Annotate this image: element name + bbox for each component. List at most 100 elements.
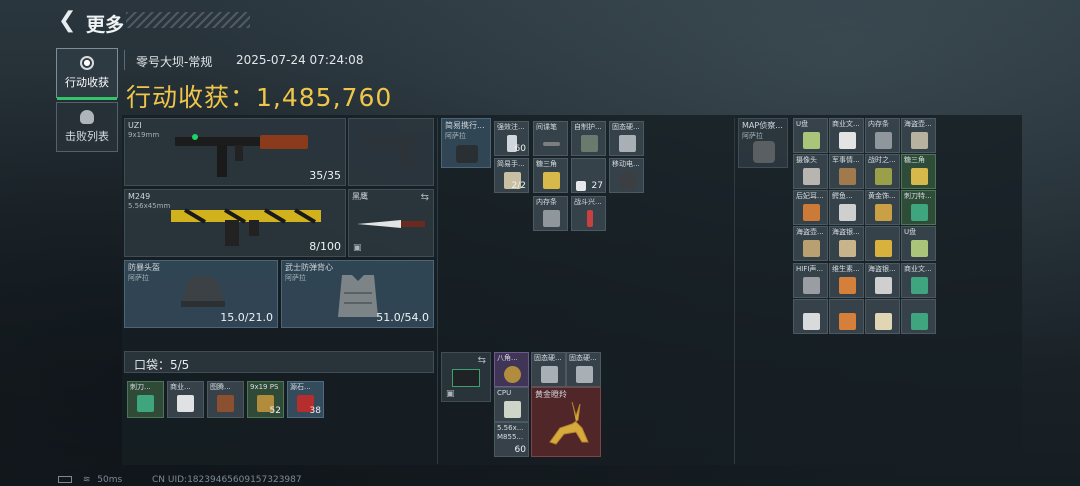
armor-plate-icon	[581, 135, 598, 152]
item-icon	[839, 168, 856, 185]
harvest-value: 1,485,760	[256, 83, 393, 112]
primary-weapon-caliber: 9x19mm	[128, 131, 160, 139]
case-item[interactable]: 固态硬...	[566, 352, 601, 387]
swap-icon[interactable]: ⇆	[421, 192, 429, 203]
item-icon	[839, 132, 856, 149]
rig-item[interactable]: 间谍笔	[533, 121, 568, 156]
backpack-item[interactable]	[829, 299, 864, 334]
backpack-item[interactable]	[865, 299, 900, 334]
item-icon	[803, 313, 820, 330]
backpack-item[interactable]: 刺刀特...	[901, 190, 936, 225]
item-icon	[839, 240, 856, 257]
pocket-item[interactable]: 图腾...	[207, 381, 244, 418]
rig-item[interactable]: 糖三角	[533, 158, 568, 193]
backpack-item[interactable]: 维生素...	[829, 263, 864, 298]
backpack-item[interactable]: U盘	[901, 226, 936, 261]
backpack-item[interactable]: U盘	[793, 118, 828, 153]
backpack-item[interactable]: 摄像头	[793, 154, 828, 189]
tab-kill-list[interactable]: 击败列表	[56, 102, 118, 152]
secondary-weapon-slot[interactable]: M249 5.56x45mm 8/100	[124, 189, 346, 257]
back-arrow-icon[interactable]: ❮	[58, 10, 78, 32]
ssd-icon	[576, 366, 593, 383]
triangle-icon	[543, 172, 560, 189]
item-icon	[911, 277, 928, 294]
totem-icon	[217, 395, 234, 412]
backpack-item[interactable]: 内存条	[865, 118, 900, 153]
rig-item[interactable]: 27	[571, 158, 606, 193]
secondary-ammo: 8/100	[309, 240, 341, 253]
primary-weapon-slot[interactable]: UZI 9x19mm 35/35	[124, 118, 346, 186]
item-icon	[911, 132, 928, 149]
item-icon	[803, 277, 820, 294]
case-item[interactable]: 八角...	[494, 352, 529, 387]
backpack-item[interactable]: 海盗壶...	[793, 226, 828, 261]
backpack-item[interactable]	[865, 226, 900, 261]
tab-harvest[interactable]: ● 行动收获	[56, 48, 118, 100]
secondary-weapon-name: M249	[128, 192, 151, 201]
backpack-item[interactable]: 战时之...	[865, 154, 900, 189]
backpack-item[interactable]: 海盗银...	[865, 263, 900, 298]
harvest-label: 行动收获：	[126, 83, 257, 112]
page-title: 更多	[86, 14, 125, 36]
wifi-icon: ≋	[82, 475, 91, 485]
rig-item[interactable]: 简易手... 2/2	[494, 158, 529, 193]
rig-item[interactable]: 自制护...	[571, 121, 606, 156]
chest-rig-slot[interactable]: 简易携行... 阿萨拉	[441, 118, 491, 168]
rig-item[interactable]: 战斗兴...	[571, 196, 606, 231]
backpack-brand: 阿萨拉	[742, 132, 763, 140]
backpack-item[interactable]	[793, 299, 828, 334]
pocket-item[interactable]: 源石... 38	[287, 381, 324, 418]
helmet-brand: 阿萨拉	[128, 274, 149, 282]
backpack-slot[interactable]: MAP侦察... 阿萨拉	[738, 118, 788, 168]
melee-name: 黑鹰	[352, 192, 368, 201]
backpack-item[interactable]: HIFI声...	[793, 263, 828, 298]
backpack-item[interactable]: 后妃耳...	[793, 190, 828, 225]
pocket-label: 口袋：5/5	[134, 358, 190, 372]
chest-rig-brand: 阿萨拉	[445, 132, 466, 140]
case-item[interactable]: 固态硬...	[531, 352, 566, 387]
helmet-name: 防暴头盔	[128, 263, 160, 272]
status-bar: ≋ 50ms	[58, 475, 122, 485]
pen-icon	[543, 142, 560, 146]
divider	[124, 50, 125, 70]
backpack-item[interactable]: 海盗银...	[829, 226, 864, 261]
backpack-icon	[753, 141, 775, 163]
item-icon	[911, 313, 928, 330]
case-item[interactable]: 黄金瞪羚	[531, 387, 601, 457]
pocket-item[interactable]: 刺刀...	[127, 381, 164, 418]
knife-icon	[357, 220, 425, 228]
armor-slot[interactable]: 武士防弹背心 阿萨拉 51.0/54.0	[281, 260, 434, 328]
pocket-item[interactable]: 商业...	[167, 381, 204, 418]
backpack-item[interactable]: 鳄鱼...	[829, 190, 864, 225]
user-uid: CN UID:18239465609157323987	[152, 475, 302, 485]
ram-icon	[543, 210, 560, 227]
helmet-durability: 15.0/21.0	[220, 311, 273, 324]
case-item[interactable]: 5.56x... M855... 60	[494, 422, 529, 457]
swap-icon[interactable]: ⇆	[478, 355, 486, 366]
harvest-total: 行动收获：1,485,760	[126, 78, 392, 114]
backpack-item[interactable]: 糖三角	[901, 154, 936, 189]
item-icon	[839, 204, 856, 221]
rig-item[interactable]: 内存条	[533, 196, 568, 231]
item-icon	[875, 313, 892, 330]
rig-item[interactable]: 固态硬...	[609, 121, 644, 156]
backpack-item[interactable]: 军事情...	[829, 154, 864, 189]
melee-slot[interactable]: 黑鹰 ⇆ ▣	[348, 189, 434, 257]
helmet-slot[interactable]: 防暴头盔 阿萨拉 15.0/21.0	[124, 260, 278, 328]
rig-item[interactable]: 强效注... 60	[494, 121, 529, 156]
rig-item[interactable]: 移动电...	[609, 158, 644, 193]
backpack-item[interactable]	[901, 299, 936, 334]
case-item[interactable]: CPU	[494, 387, 529, 422]
backpack-item[interactable]: 商业文...	[829, 118, 864, 153]
tab-kill-list-label: 击败列表	[65, 130, 109, 143]
column-divider	[734, 118, 735, 464]
backpack-item[interactable]: 海盗壶...	[901, 118, 936, 153]
backpack-item[interactable]: 黄金饰...	[865, 190, 900, 225]
item-icon	[803, 168, 820, 185]
battery-icon	[58, 476, 72, 483]
pocket-item[interactable]: 9x19 PS 52	[247, 381, 284, 418]
case-slot[interactable]: ⇆ ▣	[441, 352, 491, 402]
item-icon	[839, 277, 856, 294]
backpack-item[interactable]: 商业文...	[901, 263, 936, 298]
sidearm-slot-empty[interactable]	[348, 118, 434, 186]
